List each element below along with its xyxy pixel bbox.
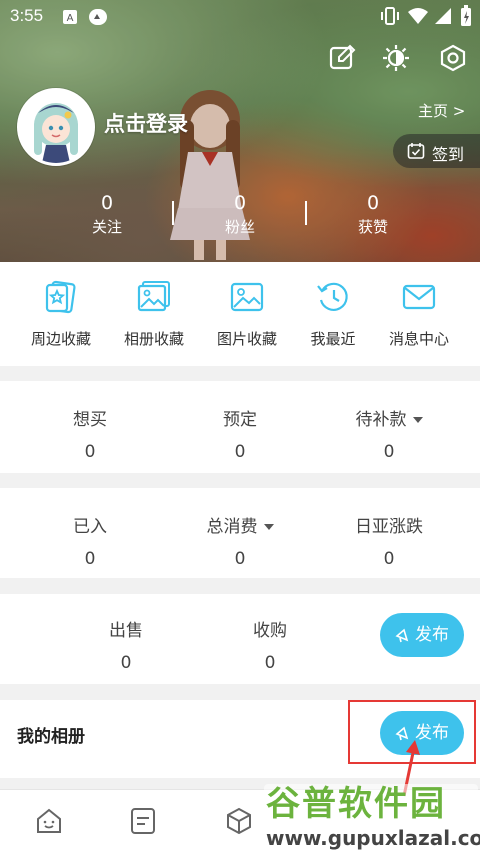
trade-sell-value: 0 xyxy=(120,653,132,673)
wish-balance-due-label: 待补款 xyxy=(355,410,407,430)
wish-preorder[interactable]: 预定 0 xyxy=(180,405,300,462)
status-bar: 3:55 A xyxy=(0,0,480,32)
shortcut-label: 我最近 xyxy=(310,330,356,348)
shortcut-merch-favorites[interactable]: 周边收藏 xyxy=(16,280,106,349)
wish-card: 想买 0 预定 0 待补款 0 xyxy=(0,381,480,473)
settings-icon[interactable] xyxy=(439,44,467,72)
shortcut-recent[interactable]: 我最近 xyxy=(288,280,378,349)
wish-want[interactable]: 想买 0 xyxy=(30,405,150,462)
picture-icon xyxy=(230,282,264,312)
shortcut-label: 相册收藏 xyxy=(123,330,184,348)
owned-acquired-label: 已入 xyxy=(73,517,107,537)
stat-divider xyxy=(172,201,174,225)
stat-fans-value: 0 xyxy=(233,192,247,214)
notification-a-icon: A xyxy=(63,10,77,24)
trade-buy-value: 0 xyxy=(264,653,276,673)
trade-sell[interactable]: 出售 0 xyxy=(66,616,186,673)
shortcut-bar: 周边收藏 相册收藏 图片收藏 我最近 消息中心 xyxy=(0,262,480,366)
owned-acquired-value: 0 xyxy=(84,549,96,569)
owned-total-spend-value: 0 xyxy=(234,549,246,569)
checkin-button[interactable]: 签到 xyxy=(393,134,480,168)
shortcut-label: 图片收藏 xyxy=(216,330,277,348)
avatar-image xyxy=(20,91,92,163)
dropdown-arrow-icon[interactable] xyxy=(263,524,274,530)
shortcut-label: 消息中心 xyxy=(388,330,449,348)
signal-icon xyxy=(435,8,451,24)
shortcut-album-favorites[interactable]: 相册收藏 xyxy=(109,280,199,349)
wish-balance-due-value: 0 xyxy=(383,442,395,462)
trade-sell-label: 出售 xyxy=(109,621,143,641)
svg-text:A: A xyxy=(67,13,74,24)
owned-jpy-change[interactable]: 日亚涨跌 0 xyxy=(329,512,449,569)
stat-following-value: 0 xyxy=(100,192,114,214)
watermark-url: www.gupuxlazal.com xyxy=(266,826,480,850)
megaphone-icon xyxy=(395,628,409,643)
shortcut-message-center[interactable]: 消息中心 xyxy=(374,280,464,349)
owned-total-spend[interactable]: 总消费 0 xyxy=(180,512,300,569)
stat-following[interactable]: 0 关注 xyxy=(67,192,147,237)
card-star-icon xyxy=(45,280,76,314)
trade-publish-label: 发布 xyxy=(415,625,449,645)
trade-card: 出售 0 收购 0 发布 xyxy=(0,594,480,684)
owned-card: 已入 0 总消费 0 日亚涨跌 0 xyxy=(0,488,480,578)
history-icon xyxy=(317,282,348,311)
owned-total-spend-label: 总消费 xyxy=(206,517,258,537)
shortcut-picture-favorites[interactable]: 图片收藏 xyxy=(202,280,292,349)
mail-icon xyxy=(402,284,436,310)
battery-icon xyxy=(461,5,471,26)
wish-preorder-value: 0 xyxy=(234,442,246,462)
trade-buy[interactable]: 收购 0 xyxy=(210,616,330,673)
wish-want-value: 0 xyxy=(84,442,96,462)
wifi-icon xyxy=(408,8,428,24)
stat-likes[interactable]: 0 获赞 xyxy=(333,192,413,237)
trade-publish-button[interactable]: 发布 xyxy=(380,613,464,657)
app-notification-icon xyxy=(89,9,107,25)
album-title: 我的相册 xyxy=(17,727,85,747)
trade-buy-label: 收购 xyxy=(253,621,287,641)
checkin-label: 签到 xyxy=(432,145,465,164)
home-tab-icon[interactable] xyxy=(34,806,64,836)
stat-fans-label: 粉丝 xyxy=(224,218,255,236)
stat-divider xyxy=(305,201,307,225)
owned-acquired[interactable]: 已入 0 xyxy=(30,512,150,569)
homepage-link[interactable]: 主页 > xyxy=(418,100,465,121)
avatar[interactable] xyxy=(17,88,95,166)
cube-tab-icon[interactable] xyxy=(224,806,254,836)
edit-icon[interactable] xyxy=(328,44,356,72)
stat-fans[interactable]: 0 粉丝 xyxy=(200,192,280,237)
stat-likes-value: 0 xyxy=(366,192,380,214)
album-icon xyxy=(137,281,170,312)
stat-likes-label: 获赞 xyxy=(357,218,388,236)
owned-jpy-change-label: 日亚涨跌 xyxy=(355,517,423,537)
owned-jpy-change-value: 0 xyxy=(383,549,395,569)
status-time: 3:55 xyxy=(10,6,44,25)
stat-following-label: 关注 xyxy=(91,218,122,236)
wish-want-label: 想买 xyxy=(73,410,107,430)
calendar-check-icon xyxy=(407,143,425,159)
theme-toggle-icon[interactable] xyxy=(382,44,410,72)
watermark: 谷普软件园 www.gupuxlazal.com xyxy=(262,776,480,853)
watermark-title: 谷普软件园 xyxy=(266,784,446,824)
dropdown-arrow-icon[interactable] xyxy=(412,417,423,423)
notes-tab-icon[interactable] xyxy=(128,806,158,836)
vibrate-icon xyxy=(381,7,399,25)
login-link[interactable]: 点击登录 xyxy=(104,108,188,138)
wish-preorder-label: 预定 xyxy=(223,410,257,430)
wish-balance-due[interactable]: 待补款 0 xyxy=(329,405,449,462)
shortcut-label: 周边收藏 xyxy=(30,330,91,348)
